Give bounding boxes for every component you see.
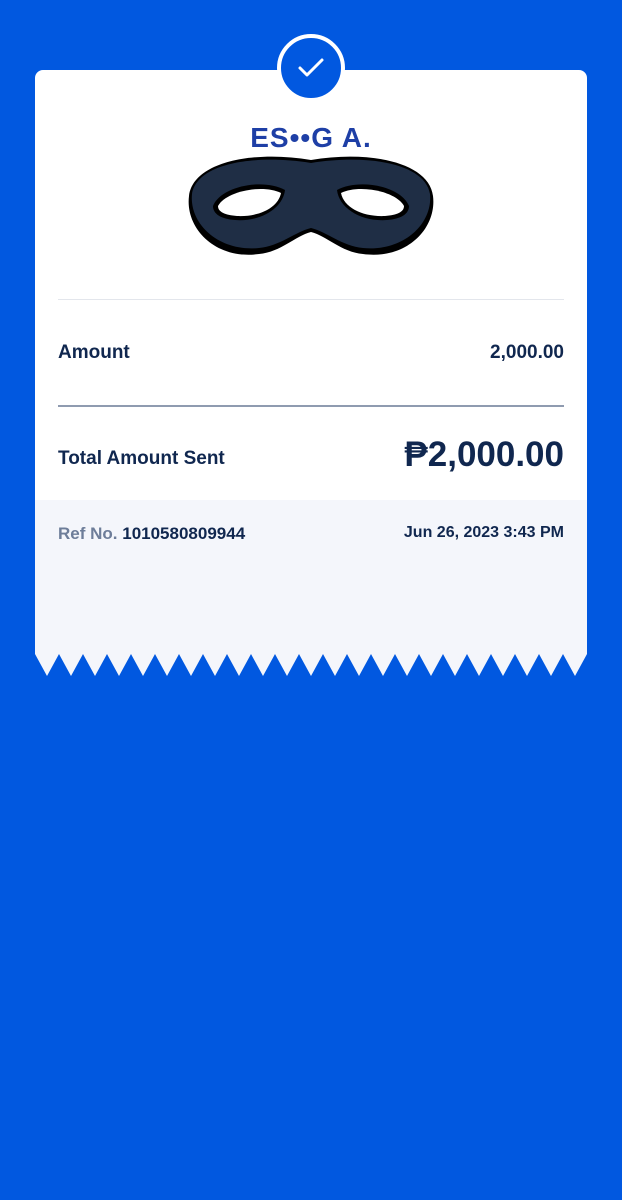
reference-label: Ref No. xyxy=(58,524,118,543)
amount-value: 2,000.00 xyxy=(490,342,564,363)
amount-label: Amount xyxy=(58,342,130,363)
divider xyxy=(58,405,564,407)
total-amount-label: Total Amount Sent xyxy=(58,448,225,469)
receipt-footer: Ref No. 1010580809944 Jun 26, 2023 3:43 … xyxy=(35,500,587,678)
divider xyxy=(58,299,564,300)
torn-edge xyxy=(35,654,587,680)
checkmark-icon xyxy=(298,58,324,77)
mask-icon xyxy=(188,156,434,255)
reference-number: Ref No. 1010580809944 xyxy=(58,524,245,544)
transaction-timestamp: Jun 26, 2023 3:43 PM xyxy=(403,524,564,541)
reference-value: 1010580809944 xyxy=(122,524,246,543)
success-check-badge xyxy=(277,34,345,102)
total-amount-value: ₱2,000.00 xyxy=(404,435,564,474)
transaction-receipt-card: ES••G A. Sent via GCash Amount 2,000.00 … xyxy=(35,70,587,680)
